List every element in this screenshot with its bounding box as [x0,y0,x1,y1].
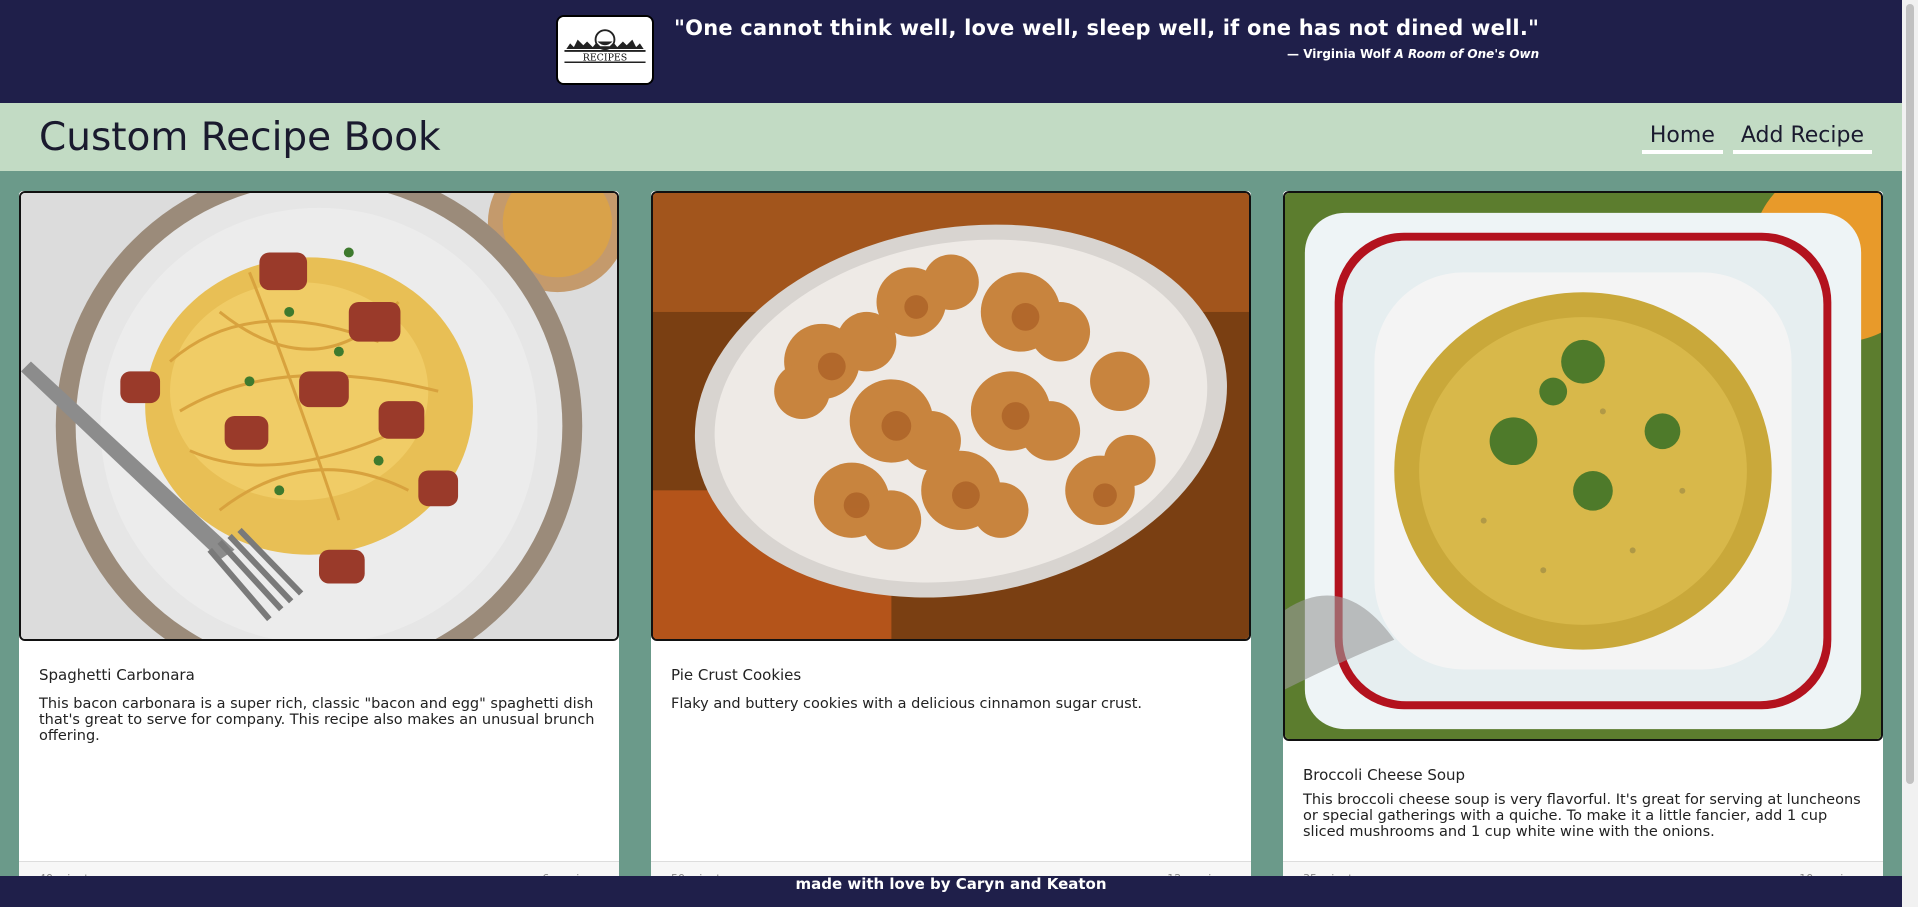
recipe-card[interactable]: Spaghetti Carbonara This bacon carbonara… [19,191,619,891]
nav-home-link[interactable]: Home [1641,123,1723,154]
top-banner: RECIPES "One cannot think well, love wel… [0,0,1902,103]
quote-block: "One cannot think well, love well, sleep… [674,16,1540,61]
recipe-title[interactable]: Pie Crust Cookies [671,666,801,684]
quote-text: "One cannot think well, love well, sleep… [674,16,1540,40]
site-footer: made with love by Caryn and Keaton [0,876,1902,907]
nav-add-recipe-link[interactable]: Add Recipe [1732,123,1872,154]
vertical-scrollbar[interactable] [1902,0,1918,907]
footer-text: made with love by Caryn and Keaton [795,875,1107,893]
recipe-card[interactable]: Pie Crust Cookies Flaky and buttery cook… [651,191,1251,891]
logo-image: RECIPES [558,17,652,83]
recipe-card[interactable]: Broccoli Cheese Soup This broccoli chees… [1283,191,1883,891]
quote-author: — Virginia Wolf [1287,47,1395,61]
quote-source: A Room of One's Own [1394,47,1540,61]
scrollbar-thumb[interactable] [1906,4,1914,784]
recipe-image-soup[interactable] [1283,191,1883,741]
recipe-description: This bacon carbonara is a super rich, cl… [39,696,595,744]
recipe-image-carbonara[interactable] [19,191,619,641]
recipe-title[interactable]: Broccoli Cheese Soup [1303,766,1465,784]
quote-attribution: — Virginia Wolf A Room of One's Own [1287,47,1539,61]
recipe-grid: Spaghetti Carbonara This bacon carbonara… [19,191,1883,891]
recipes-logo[interactable]: RECIPES [556,15,654,85]
page-title: Custom Recipe Book [39,115,441,160]
recipe-image-cookies[interactable] [651,191,1251,641]
recipe-title[interactable]: Spaghetti Carbonara [39,666,195,684]
main-nav: Home Add Recipe [1641,123,1872,154]
logo-text: RECIPES [583,52,628,63]
site-header: Custom Recipe Book Home Add Recipe [0,103,1902,171]
recipe-description: Flaky and buttery cookies with a delicio… [671,696,1142,712]
recipe-description: This broccoli cheese soup is very flavor… [1303,792,1861,840]
